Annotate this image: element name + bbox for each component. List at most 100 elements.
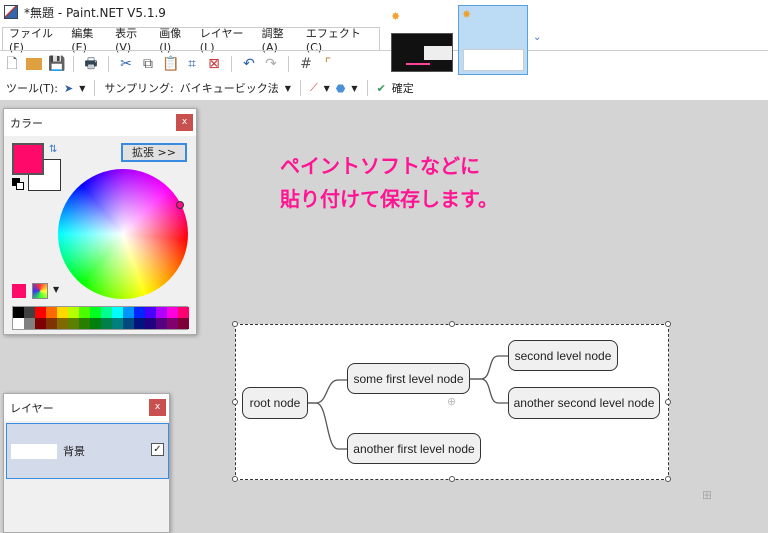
reset-colors-icon[interactable] (12, 178, 24, 190)
color-wheel-marker[interactable] (176, 201, 184, 209)
antialias-icon[interactable]: ⟋ (310, 81, 318, 95)
palette-swatch[interactable] (79, 318, 90, 329)
expand-button[interactable]: 拡張 >> (121, 143, 187, 162)
palette-swatch[interactable] (123, 307, 134, 318)
layers-panel: レイヤー x 背景 ✓ (3, 393, 170, 533)
annotation-text: ペイントソフトなどに 貼り付けて保存します。 (280, 150, 498, 216)
palette-swatch[interactable] (57, 318, 68, 329)
move-handle-icon[interactable]: ⊕ (447, 395, 456, 408)
divider (288, 56, 289, 72)
chevron-down-icon[interactable]: ▼ (53, 285, 59, 294)
palette-swatch[interactable] (35, 318, 46, 329)
resize-handle[interactable] (449, 476, 455, 482)
chevron-down-icon[interactable]: ⌄ (533, 32, 541, 43)
palette-swatch[interactable] (167, 318, 178, 329)
crop-icon[interactable]: ⌗ (184, 56, 200, 72)
main-toolbar: 🗋 💾 🖶 ✂ ⧉ 📋 ⌗ ⊠ ↶ ↷ # ⌜ (4, 53, 336, 75)
palette-swatch[interactable] (167, 307, 178, 318)
chevron-down-icon[interactable]: ▼ (79, 84, 85, 93)
primary-color-swatch[interactable] (12, 143, 44, 175)
grid-icon[interactable]: # (298, 56, 314, 72)
palette-swatch[interactable] (24, 318, 35, 329)
add-to-palette-icon[interactable] (12, 284, 26, 298)
panel-header: カラー (4, 109, 196, 136)
layer-name: 背景 (63, 445, 85, 458)
app-icon (4, 5, 18, 19)
divider (231, 56, 232, 72)
window-title: *無題 - Paint.NET V5.1.9 (24, 5, 166, 20)
palette-swatch[interactable] (112, 307, 123, 318)
palette-swatch[interactable] (90, 307, 101, 318)
unsaved-icon: ✸ (391, 10, 401, 23)
palette-swatch[interactable] (145, 318, 156, 329)
mindmap-node: another second level node (508, 387, 660, 419)
palette-swatch[interactable] (79, 307, 90, 318)
palette-swatch[interactable] (13, 307, 24, 318)
palette-swatch[interactable] (90, 318, 101, 329)
palette-swatch[interactable] (35, 307, 46, 318)
panel-header: レイヤー (4, 394, 169, 421)
palette-swatch[interactable] (46, 307, 57, 318)
layer-visibility-checkbox[interactable]: ✓ (151, 443, 164, 456)
title-bar: *無題 - Paint.NET V5.1.9 (0, 0, 380, 24)
sampling-select[interactable]: バイキュービック法 (180, 80, 279, 96)
palette-swatch[interactable] (112, 318, 123, 329)
color-wheel[interactable] (58, 169, 188, 299)
move-selection-tool-icon[interactable]: ➤ (64, 82, 73, 95)
resize-handle[interactable] (665, 321, 671, 327)
blend-mode-icon[interactable]: ⬣ (336, 82, 346, 95)
palette-swatch[interactable] (101, 318, 112, 329)
chevron-down-icon[interactable]: ▼ (351, 84, 357, 93)
close-button[interactable]: x (176, 114, 193, 131)
palette-swatch[interactable] (156, 318, 167, 329)
annotation-line: 貼り付けて保存します。 (280, 187, 498, 211)
annotation-line: ペイントソフトなどに (280, 154, 480, 178)
chevron-down-icon[interactable]: ▼ (285, 84, 291, 93)
palette-swatch[interactable] (13, 318, 24, 329)
divider (0, 50, 768, 51)
copy-icon[interactable]: ⧉ (140, 56, 156, 72)
divider (94, 80, 96, 96)
palette-swatch[interactable] (68, 318, 79, 329)
resize-handle[interactable] (665, 399, 671, 405)
palette-swatch[interactable] (46, 318, 57, 329)
panel-title: レイヤー (10, 401, 54, 415)
print-icon[interactable]: 🖶 (83, 56, 99, 72)
swap-colors-icon[interactable]: ⇅ (49, 144, 57, 155)
divider (73, 56, 74, 72)
image-canvas[interactable]: root node some first level node second l… (232, 321, 671, 482)
palette-swatch[interactable] (68, 307, 79, 318)
palette-menu-icon[interactable] (32, 283, 48, 299)
palette-swatch[interactable] (57, 307, 68, 318)
new-file-icon[interactable]: 🗋 (4, 56, 20, 72)
chevron-down-icon[interactable]: ▼ (324, 84, 330, 93)
commit-button[interactable]: 確定 (392, 80, 414, 96)
resize-handle[interactable] (232, 321, 238, 327)
palette-swatch[interactable] (24, 307, 35, 318)
layer-item[interactable]: 背景 ✓ (6, 423, 169, 479)
deselect-icon[interactable]: ⊠ (206, 56, 222, 72)
close-button[interactable]: x (149, 399, 166, 416)
resize-handle[interactable] (232, 399, 238, 405)
palette-swatch[interactable] (134, 318, 145, 329)
open-folder-icon[interactable] (26, 58, 42, 70)
check-icon: ✔ (376, 81, 386, 95)
resize-handle[interactable] (449, 321, 455, 327)
palette-swatch[interactable] (101, 307, 112, 318)
resize-handle[interactable] (665, 476, 671, 482)
palette-swatch[interactable] (178, 307, 189, 318)
resize-handle[interactable] (232, 476, 238, 482)
palette-swatch[interactable] (134, 307, 145, 318)
palette-swatch[interactable] (178, 318, 189, 329)
cut-icon[interactable]: ✂ (118, 56, 134, 72)
save-icon[interactable]: 💾 (48, 56, 65, 72)
palette-swatch[interactable] (123, 318, 134, 329)
ruler-icon[interactable]: ⌜ (320, 56, 336, 72)
paste-icon[interactable]: 📋 (162, 56, 179, 72)
image-tab-thumbnail-2[interactable]: ✸ (458, 5, 528, 75)
redo-icon[interactable]: ↷ (263, 56, 279, 72)
image-tab-thumbnail-1[interactable] (391, 33, 453, 72)
undo-icon[interactable]: ↶ (241, 56, 257, 72)
palette-swatch[interactable] (145, 307, 156, 318)
palette-swatch[interactable] (156, 307, 167, 318)
